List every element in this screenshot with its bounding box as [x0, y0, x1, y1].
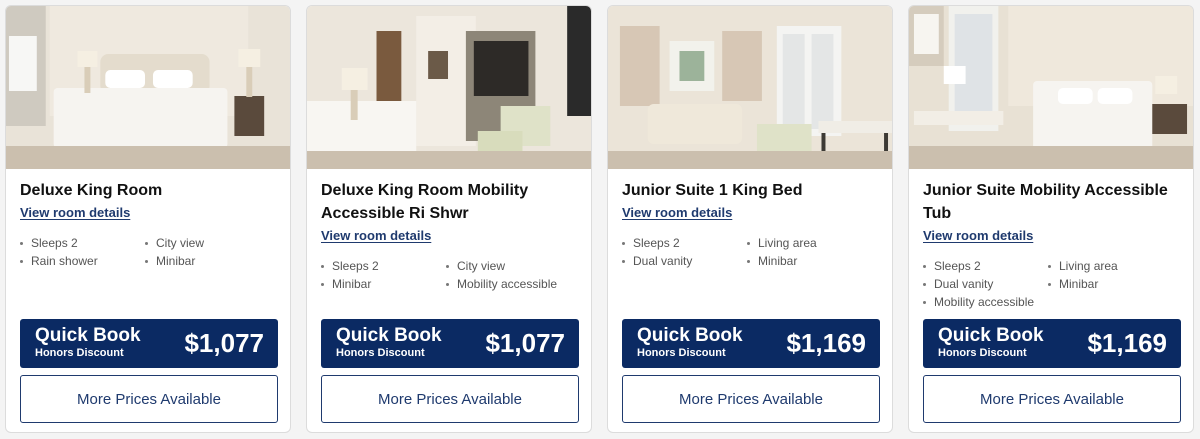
- view-room-details-link[interactable]: View room details: [20, 205, 130, 220]
- amenity-item: Sleeps 2: [20, 236, 145, 250]
- more-prices-button[interactable]: More Prices Available: [923, 375, 1181, 423]
- room-card: Deluxe King Room Mobility Accessible Ri …: [306, 5, 592, 433]
- quick-book-button[interactable]: Quick Book Honors Discount $1,169: [923, 319, 1181, 368]
- room-price: $1,169: [786, 328, 866, 358]
- quick-book-button[interactable]: Quick Book Honors Discount $1,077: [321, 319, 579, 368]
- amenity-item: Minibar: [321, 277, 446, 291]
- amenity-item: Minibar: [1048, 277, 1178, 291]
- amenity-item: Living area: [747, 236, 877, 250]
- room-title: Deluxe King Room Mobility Accessible Ri …: [321, 182, 529, 222]
- bullet-icon: [923, 300, 926, 304]
- bullet-icon: [1048, 282, 1051, 286]
- quick-book-label: Quick Book: [35, 325, 141, 346]
- amenity-item: Dual vanity: [923, 277, 1048, 291]
- quick-book-label: Quick Book: [637, 325, 743, 346]
- room-photo[interactable]: [608, 6, 892, 169]
- amenity-item: City view: [145, 236, 275, 250]
- quick-book-label: Quick Book: [938, 325, 1044, 346]
- bullet-icon: [20, 241, 23, 245]
- rate-name: Honors Discount: [35, 347, 124, 359]
- room-photo[interactable]: [307, 6, 591, 169]
- amenity-item: Dual vanity: [622, 254, 747, 268]
- amenity-item: Rain shower: [20, 254, 145, 268]
- amenity-item: Sleeps 2: [622, 236, 747, 250]
- room-card: Junior Suite 1 King Bed View room detail…: [607, 5, 893, 433]
- bullet-icon: [321, 282, 324, 286]
- amenity-list: Sleeps 2 City view Rain shower Minibar: [20, 236, 276, 268]
- room-title: Junior Suite Mobility Accessible Tub: [923, 182, 1168, 222]
- view-room-details-link[interactable]: View room details: [622, 205, 732, 220]
- quick-book-button[interactable]: Quick Book Honors Discount $1,169: [622, 319, 880, 368]
- more-prices-button[interactable]: More Prices Available: [20, 375, 278, 423]
- amenity-list: Sleeps 2 Living area Dual vanity Minibar…: [923, 259, 1179, 309]
- quick-book-button[interactable]: Quick Book Honors Discount $1,077: [20, 319, 278, 368]
- amenity-list: Sleeps 2 City view Minibar Mobility acce…: [321, 259, 577, 291]
- room-card: Junior Suite Mobility Accessible Tub Vie…: [908, 5, 1194, 433]
- amenity-item: Mobility accessible: [923, 295, 1048, 309]
- room-price: $1,077: [485, 328, 565, 358]
- rate-name: Honors Discount: [637, 347, 726, 359]
- room-photo[interactable]: [909, 6, 1193, 169]
- more-prices-button[interactable]: More Prices Available: [622, 375, 880, 423]
- bullet-icon: [446, 264, 449, 268]
- bullet-icon: [747, 241, 750, 245]
- room-photo[interactable]: [6, 6, 290, 169]
- amenity-item: Sleeps 2: [923, 259, 1048, 273]
- bullet-icon: [1048, 264, 1051, 268]
- bullet-icon: [446, 282, 449, 286]
- room-card-list: Deluxe King Room View room details Sleep…: [0, 0, 1200, 439]
- bullet-icon: [622, 241, 625, 245]
- amenity-item: City view: [446, 259, 576, 273]
- view-room-details-link[interactable]: View room details: [321, 228, 431, 243]
- bullet-icon: [923, 264, 926, 268]
- view-room-details-link[interactable]: View room details: [923, 228, 1033, 243]
- bullet-icon: [622, 259, 625, 263]
- amenity-item: Minibar: [145, 254, 275, 268]
- amenity-item: Mobility accessible: [446, 277, 576, 291]
- amenity-list: Sleeps 2 Living area Dual vanity Minibar: [622, 236, 878, 268]
- rate-name: Honors Discount: [336, 347, 425, 359]
- room-title: Junior Suite 1 King Bed: [622, 182, 803, 199]
- bullet-icon: [145, 241, 148, 245]
- room-card: Deluxe King Room View room details Sleep…: [5, 5, 291, 433]
- amenity-item: Living area: [1048, 259, 1178, 273]
- quick-book-label: Quick Book: [336, 325, 442, 346]
- room-price: $1,077: [184, 328, 264, 358]
- amenity-item: Sleeps 2: [321, 259, 446, 273]
- amenity-item: Minibar: [747, 254, 877, 268]
- bullet-icon: [321, 264, 324, 268]
- rate-name: Honors Discount: [938, 347, 1027, 359]
- bullet-icon: [145, 259, 148, 263]
- room-price: $1,169: [1087, 328, 1167, 358]
- bullet-icon: [923, 282, 926, 286]
- more-prices-button[interactable]: More Prices Available: [321, 375, 579, 423]
- bullet-icon: [20, 259, 23, 263]
- bullet-icon: [747, 259, 750, 263]
- room-title: Deluxe King Room: [20, 182, 163, 199]
